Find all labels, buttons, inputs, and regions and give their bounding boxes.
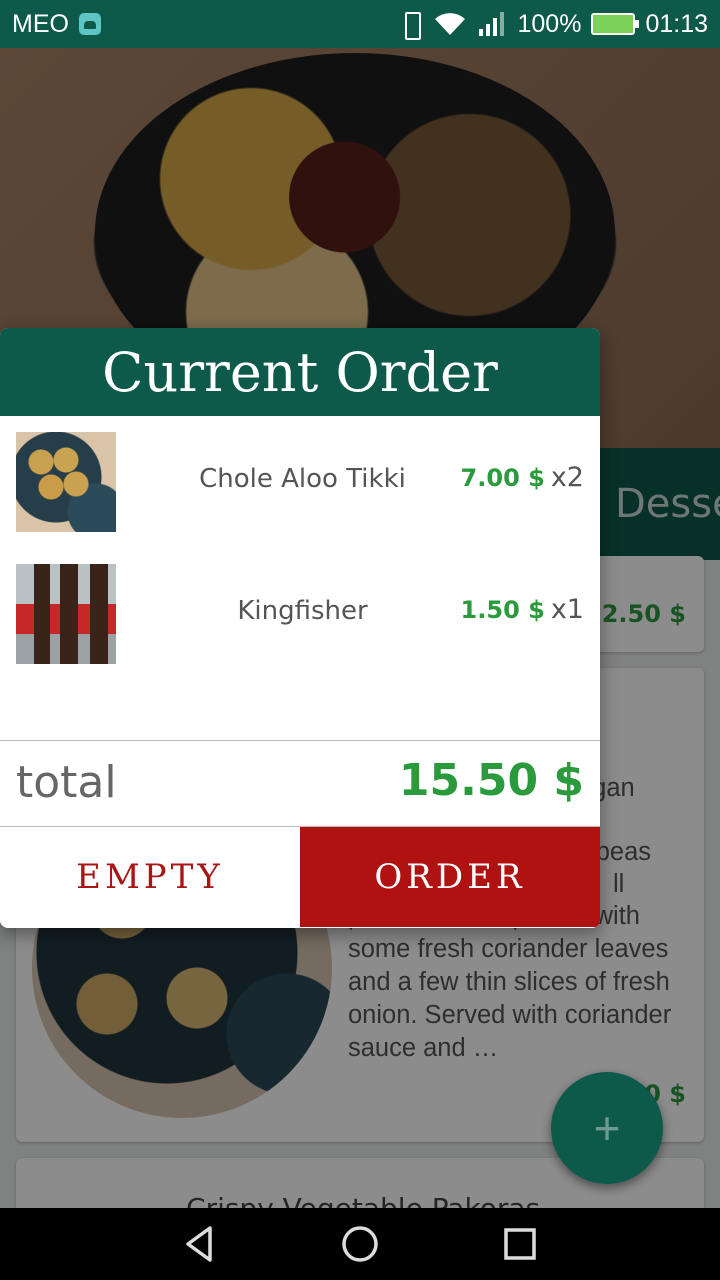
empty-button[interactable]: EMPTY	[0, 827, 300, 927]
item-quantity: x2	[550, 462, 584, 493]
item-price: 1.50 $	[460, 596, 545, 624]
dialog-actions: EMPTY ORDER	[0, 827, 600, 927]
order-button[interactable]: ORDER	[300, 827, 600, 927]
android-notification-icon	[78, 13, 101, 35]
item-name: Chole Aloo Tikki	[199, 464, 406, 494]
wifi-icon	[433, 11, 467, 37]
home-icon[interactable]	[340, 1224, 380, 1264]
carrier-label: MEO	[12, 9, 69, 38]
item-name: Kingfisher	[237, 596, 368, 626]
item-price-quantity: 7.00 $ x2	[461, 462, 584, 493]
order-item[interactable]: Kingfisher 1.50 $ x1	[0, 548, 600, 680]
back-icon[interactable]	[180, 1224, 220, 1264]
current-order-dialog: Current Order Chole Aloo Tikki 7.00 $ x2 …	[0, 328, 600, 928]
item-thumbnail	[16, 432, 116, 532]
battery-percent: 100%	[517, 9, 582, 38]
item-price: 7.00 $	[460, 464, 545, 492]
item-quantity: x1	[550, 594, 584, 625]
add-button[interactable]: +	[551, 1072, 663, 1184]
dialog-title: Current Order	[0, 328, 600, 416]
order-item[interactable]: Chole Aloo Tikki 7.00 $ x2	[0, 416, 600, 548]
clock: 01:13	[645, 9, 708, 38]
signal-icon	[477, 11, 507, 37]
total-label: total	[16, 757, 117, 808]
vibrate-icon	[399, 11, 423, 40]
status-bar: MEO 100% 01:13	[0, 0, 720, 48]
total-value: 15.50 $	[398, 755, 584, 806]
navigation-bar	[0, 1208, 720, 1280]
item-thumbnail	[16, 564, 116, 664]
order-list-spacer	[0, 680, 600, 741]
item-price-quantity: 1.50 $ x1	[461, 594, 584, 625]
total-row: total 15.50 $	[0, 741, 600, 827]
battery-icon	[591, 13, 640, 35]
plus-icon: +	[593, 1102, 621, 1154]
recents-icon[interactable]	[500, 1224, 540, 1264]
